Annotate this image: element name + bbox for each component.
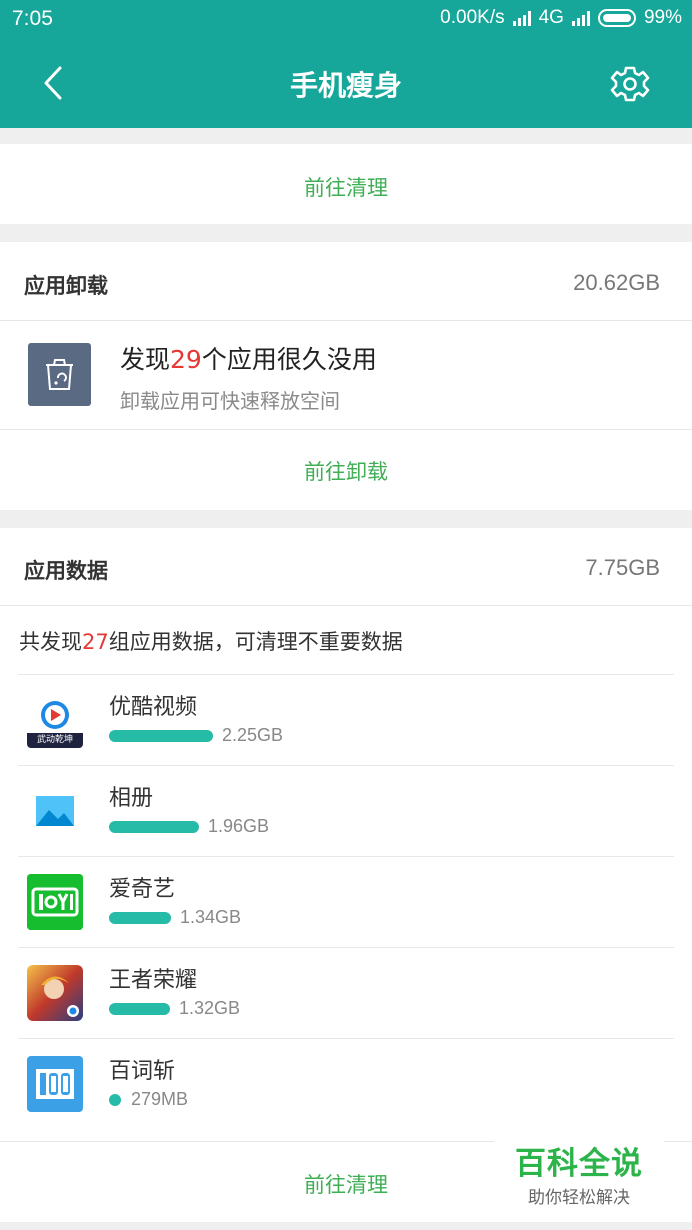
app-data-summary: 共发现27组应用数据，可清理不重要数据 [19, 626, 403, 656]
page-title: 手机瘦身 [289, 69, 402, 102]
usage-bar [109, 730, 213, 742]
go-clean-top-button[interactable]: 前往清理 [0, 172, 692, 202]
app-size: 1.96GB [208, 816, 270, 836]
go-uninstall-button[interactable]: 前往卸载 [0, 456, 692, 486]
divider [18, 765, 674, 766]
youku-banner-text: 武动乾坤 [36, 735, 73, 745]
section-title-uninstall: 应用卸载 [24, 274, 108, 298]
divider [0, 320, 692, 321]
app-row-youku[interactable]: 武动乾坤 优酷视频 2.25GB [18, 674, 674, 765]
app-name: 百词斩 [109, 1059, 176, 1084]
watermark-title: 百科全说 [515, 1146, 643, 1182]
wifi-signal-icon [512, 10, 531, 26]
app-header: 手机瘦身 [0, 38, 692, 128]
unused-app-count: 29 [170, 345, 202, 374]
cleanup-card-top: 前往清理 [0, 144, 692, 224]
youku-app-icon: 武动乾坤 [27, 692, 83, 748]
gear-icon [610, 66, 650, 102]
watermark-subtitle: 助你轻松解决 [528, 1188, 630, 1208]
honor-of-kings-app-icon [27, 965, 83, 1021]
divider [0, 429, 692, 430]
iqiyi-app-icon [27, 874, 83, 930]
battery-level: 99% [643, 7, 682, 28]
app-name: 爱奇艺 [109, 877, 176, 902]
app-size: 2.25GB [222, 725, 284, 745]
summary-suffix: 组应用数据，可清理不重要数据 [108, 630, 403, 654]
app-row-honor-of-kings[interactable]: 王者荣耀 1.32GB [18, 947, 674, 1038]
status-bar: 7:05 0.00K/s 4G 99% [0, 0, 692, 38]
found-prefix: 发现 [120, 345, 171, 374]
app-row-baicizhan[interactable]: 百词斩 279MB [18, 1038, 674, 1129]
cell-signal-icon [571, 10, 590, 26]
summary-prefix: 共发现 [19, 630, 82, 654]
gallery-app-icon [27, 783, 83, 839]
network-type: 4G [538, 7, 564, 28]
divider [0, 605, 692, 606]
usage-dot [109, 1094, 121, 1106]
divider [18, 1038, 674, 1039]
section-size-data: 7.75GB [585, 555, 660, 580]
watermark-logo: 百科全说 助你轻松解决 [494, 1134, 664, 1208]
app-name: 优酷视频 [109, 695, 198, 720]
net-speed: 0.00K/s [440, 7, 505, 28]
app-name: 相册 [109, 786, 154, 811]
app-name: 王者荣耀 [109, 968, 198, 993]
divider [18, 674, 674, 675]
section-title-data: 应用数据 [24, 559, 108, 583]
usage-bar [109, 1003, 170, 1015]
app-row-gallery[interactable]: 相册 1.96GB [18, 765, 674, 856]
app-size: 279MB [131, 1089, 189, 1109]
divider [18, 856, 674, 857]
app-size: 1.34GB [180, 907, 242, 927]
data-group-count: 27 [82, 630, 109, 654]
baicizhan-app-icon [27, 1056, 83, 1112]
divider [18, 947, 674, 948]
section-size-uninstall: 20.62GB [573, 270, 660, 295]
battery-icon [597, 9, 636, 27]
status-time: 7:05 [12, 7, 53, 30]
found-suffix: 个应用很久没用 [201, 345, 377, 374]
settings-button[interactable] [606, 60, 654, 108]
app-row-iqiyi[interactable]: 爱奇艺 1.34GB [18, 856, 674, 947]
app-size: 1.32GB [179, 998, 241, 1018]
uninstall-subtitle: 卸载应用可快速释放空间 [120, 389, 340, 413]
unused-apps-message: 发现29个应用很久没用 [120, 340, 377, 376]
usage-bar [109, 912, 171, 924]
usage-bar [109, 821, 199, 833]
status-indicators: 0.00K/s 4G 99% [440, 7, 682, 29]
trash-icon [28, 343, 91, 406]
